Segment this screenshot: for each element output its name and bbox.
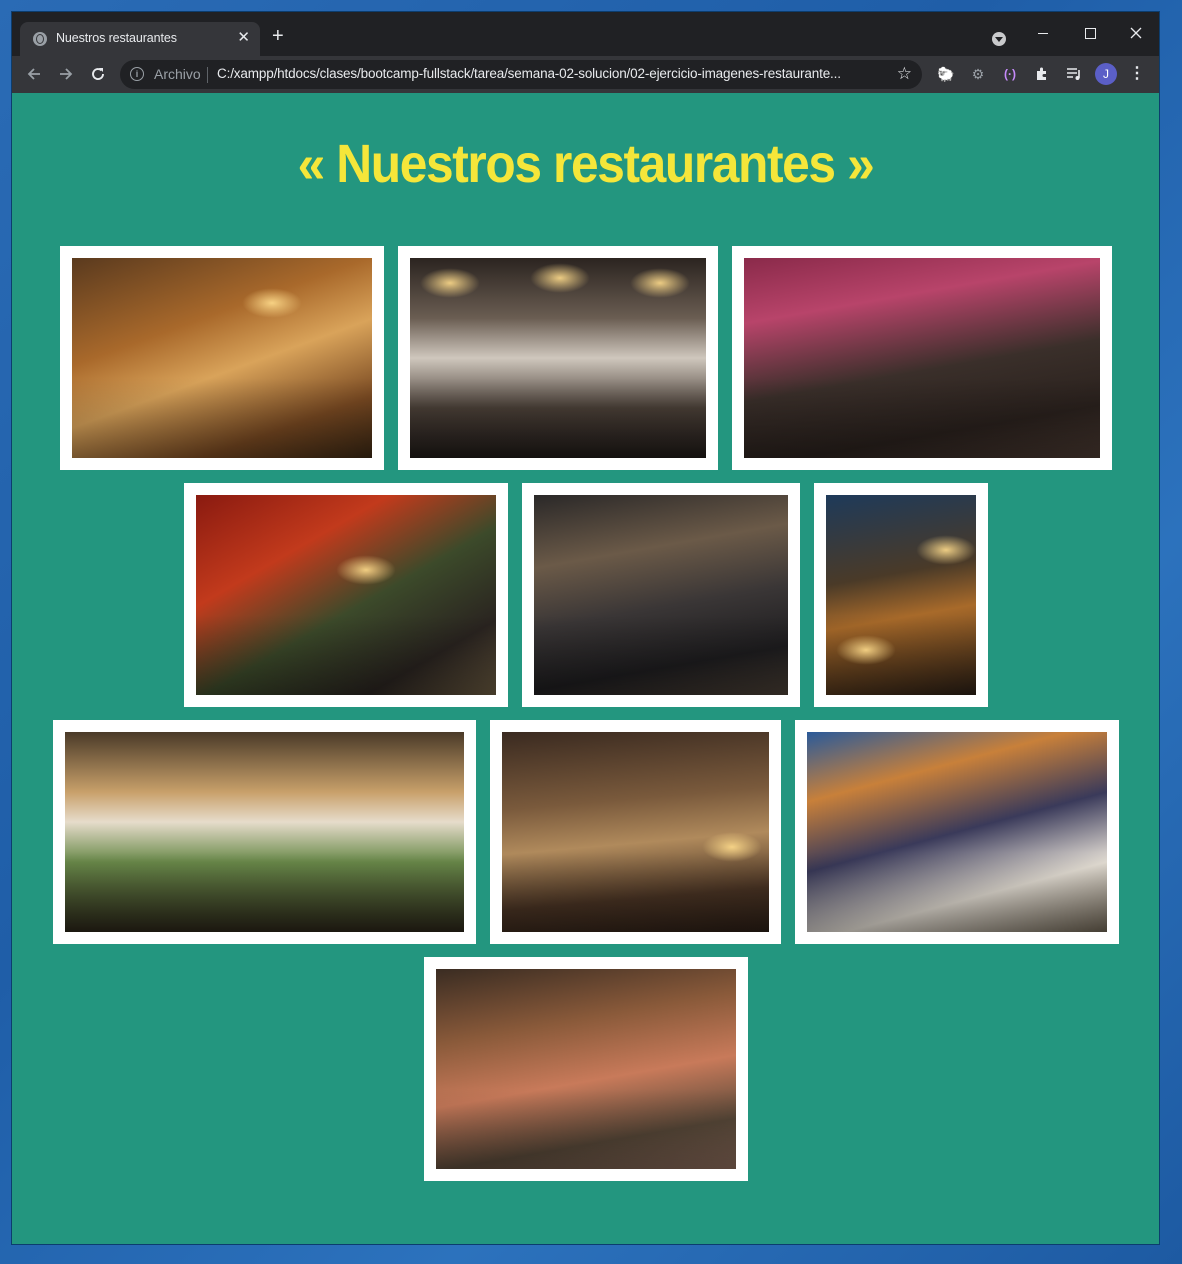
restaurant-image-1 bbox=[60, 246, 384, 470]
restaurant-image-10 bbox=[424, 957, 748, 1181]
restaurant-image-3 bbox=[732, 246, 1112, 470]
forward-button[interactable] bbox=[54, 62, 78, 86]
page-content: « Nuestros restaurantes » bbox=[12, 93, 1159, 1244]
restaurant-image-7 bbox=[53, 720, 476, 944]
restaurant-photo bbox=[65, 732, 464, 932]
restaurant-image-9 bbox=[795, 720, 1119, 944]
tab-close-icon[interactable]: ✕ bbox=[237, 29, 250, 47]
minimize-icon bbox=[1038, 33, 1048, 34]
restaurant-image-2 bbox=[398, 246, 718, 470]
minimize-button[interactable] bbox=[1021, 18, 1067, 48]
restaurant-photo bbox=[502, 732, 769, 932]
restaurant-image-5 bbox=[522, 483, 800, 707]
security-label: Archivo bbox=[154, 66, 201, 82]
media-queue-icon[interactable] bbox=[1064, 64, 1084, 84]
restaurant-photo bbox=[436, 969, 736, 1169]
browser-tab[interactable]: Nuestros restaurantes ✕ bbox=[20, 22, 260, 56]
reload-button[interactable] bbox=[86, 62, 110, 86]
tab-title: Nuestros restaurantes bbox=[56, 31, 177, 45]
url-text[interactable]: C:/xampp/htdocs/clases/bootcamp-fullstac… bbox=[217, 66, 841, 81]
title-bar: Nuestros restaurantes ✕ + bbox=[12, 12, 1159, 56]
maximize-button[interactable] bbox=[1067, 18, 1113, 48]
restaurant-photo bbox=[744, 258, 1100, 458]
restaurant-image-6 bbox=[814, 483, 988, 707]
address-bar[interactable]: i Archivo C:/xampp/htdocs/clases/bootcam… bbox=[120, 60, 922, 89]
divider bbox=[207, 67, 208, 83]
gear-extension-icon[interactable]: ⚙ bbox=[968, 64, 988, 84]
restaurant-photo bbox=[534, 495, 788, 695]
tab-search-icon[interactable] bbox=[992, 32, 1006, 46]
maximize-icon bbox=[1085, 28, 1096, 39]
restaurant-image-4 bbox=[184, 483, 508, 707]
page-title: « Nuestros restaurantes » bbox=[297, 134, 875, 194]
playlist-icon bbox=[1067, 68, 1080, 80]
info-icon[interactable]: i bbox=[130, 67, 144, 81]
restaurant-photo bbox=[807, 732, 1107, 932]
restaurant-photo bbox=[196, 495, 496, 695]
bracket-extension-icon[interactable]: (·) bbox=[1000, 64, 1020, 84]
restaurant-photo bbox=[72, 258, 372, 458]
restaurant-image-8 bbox=[490, 720, 781, 944]
browser-window: Nuestros restaurantes ✕ + i Archivo C:/x… bbox=[12, 12, 1159, 1244]
star-icon[interactable]: ☆ bbox=[897, 64, 912, 84]
forward-arrow-icon bbox=[60, 68, 73, 80]
back-arrow-icon bbox=[27, 68, 40, 80]
close-icon bbox=[1130, 27, 1142, 39]
reload-icon bbox=[92, 68, 104, 80]
restaurant-photo bbox=[826, 495, 976, 695]
globe-icon bbox=[33, 32, 47, 46]
browser-toolbar: i Archivo C:/xampp/htdocs/clases/bootcam… bbox=[12, 56, 1159, 93]
restaurant-photo bbox=[410, 258, 706, 458]
back-button[interactable] bbox=[22, 62, 46, 86]
new-tab-button[interactable]: + bbox=[272, 26, 284, 46]
sheep-extension-icon[interactable]: 🐑 bbox=[936, 64, 956, 84]
avatar[interactable]: J bbox=[1095, 63, 1117, 85]
close-window-button[interactable] bbox=[1113, 18, 1159, 48]
kebab-menu-icon[interactable]: ⋮ bbox=[1129, 63, 1145, 85]
puzzle-icon bbox=[1037, 67, 1046, 80]
puzzle-extensions-icon[interactable] bbox=[1032, 64, 1052, 84]
